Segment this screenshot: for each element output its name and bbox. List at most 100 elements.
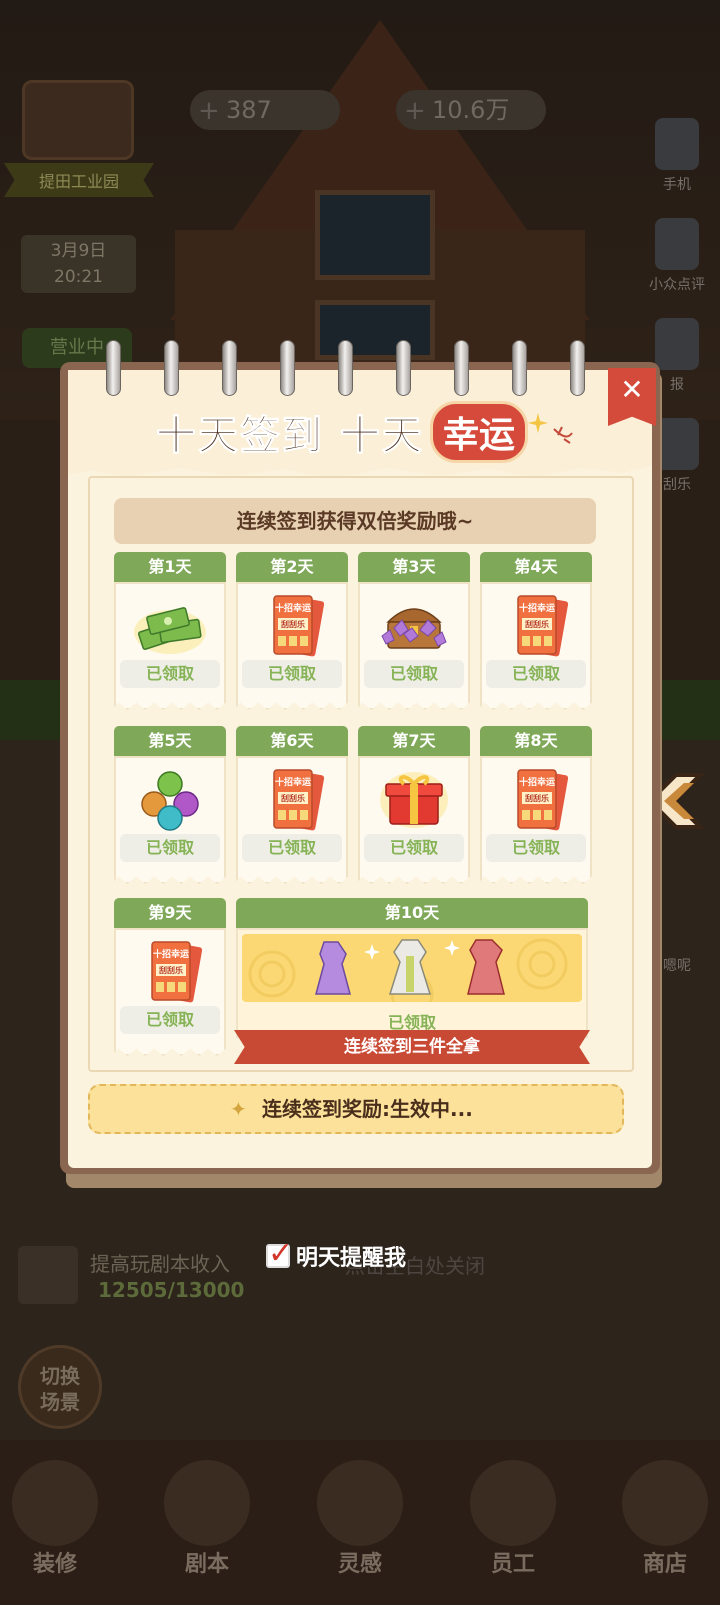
lightbulb-icon	[317, 1460, 403, 1546]
house-window	[315, 300, 435, 360]
dialog-title-badge: 幸运	[429, 401, 528, 463]
location-thumbnail[interactable]	[22, 80, 134, 160]
day-label: 第5天	[114, 726, 226, 756]
gift-box-icon	[380, 772, 448, 828]
day-card[interactable]: 第4天 十招幸运 刮刮乐 已领取	[480, 552, 592, 710]
nav-inspiration[interactable]: 灵感	[305, 1460, 415, 1578]
close-icon: ✕	[620, 373, 644, 406]
remind-label: 明天提醒我	[296, 1246, 407, 1271]
side-review-label: 小众点评	[649, 277, 705, 293]
day-card[interactable]: 第9天 十招幸运 刮刮乐 已领取	[114, 898, 226, 1056]
binder-ring	[570, 340, 585, 396]
house-window	[315, 190, 435, 280]
claimed-label: 已领取	[242, 660, 342, 688]
game-date: 3月9日	[50, 241, 107, 261]
promo-title: 提高玩剧本收入	[90, 1252, 230, 1276]
day-card[interactable]: 第1天 已领取	[114, 552, 226, 710]
binder-ring	[396, 340, 411, 396]
house-icon	[12, 1460, 98, 1546]
ticket-name: 刮刮乐	[525, 619, 549, 629]
money-counter[interactable]: + 10.6万	[396, 90, 546, 130]
binder-ring	[222, 340, 237, 396]
scratch-ticket-icon: 十招幸运 刮刮乐	[517, 769, 569, 831]
gem-amount: 387	[226, 96, 272, 124]
thumbs-up-icon	[655, 218, 699, 270]
remind-me-toggle[interactable]: ✓ 明天提醒我	[266, 1236, 407, 1272]
add-gems-icon[interactable]: +	[198, 98, 220, 124]
sign-in-dialog: 十天签到 十天 幸运 ✕ 连续签到获得双倍奖励哦~ 第1天 已领取 第2天 十招…	[60, 340, 662, 1188]
ticket-brand: 十招幸运	[275, 776, 312, 788]
binder-ring	[338, 340, 353, 396]
promo-task[interactable]: 提高玩剧本收入 12505/13000	[0, 1236, 260, 1314]
day10-label: 第10天	[236, 898, 588, 928]
ticket-name: 刮刮乐	[281, 793, 305, 803]
day-card[interactable]: 第7天 已领取	[358, 726, 470, 884]
double-reward-banner: 连续签到获得双倍奖励哦~	[114, 498, 596, 544]
day-label: 第9天	[114, 898, 226, 928]
phone-icon	[655, 118, 699, 170]
book-icon	[164, 1460, 250, 1546]
switch-scene-line2: 场景	[40, 1390, 80, 1414]
day10-card[interactable]: 第10天 已领取 连续签到三件全拿	[234, 898, 590, 1064]
claimed-label: 已领取	[120, 834, 220, 862]
switch-scene-button[interactable]: 切换 场景	[18, 1345, 102, 1429]
day10-reward-panel	[242, 934, 582, 1002]
money-amount: 10.6万	[432, 96, 510, 124]
nav-decorate-label: 装修	[32, 1552, 77, 1577]
checkmark-icon: ✓	[268, 1236, 294, 1271]
scratch-ticket-icon: 十招幸运 刮刮乐	[517, 595, 569, 657]
location-name: 提田工业园	[4, 163, 154, 197]
binder-ring	[106, 340, 121, 396]
day-card[interactable]: 第2天 十招幸运 刮刮乐 已领取	[236, 552, 348, 710]
binder-ring	[164, 340, 179, 396]
treasure-chest-icon	[381, 608, 447, 649]
add-money-icon[interactable]: +	[404, 98, 426, 124]
nav-decorate[interactable]: 装修	[0, 1460, 110, 1578]
day-label: 第3天	[358, 552, 470, 582]
ticket-name: 刮刮乐	[281, 619, 305, 629]
day-label: 第6天	[236, 726, 348, 756]
day-label: 第2天	[236, 552, 348, 582]
ticket-brand: 十招幸运	[519, 602, 556, 614]
side-phone-button[interactable]: 手机	[640, 118, 714, 194]
gem-counter[interactable]: + 387	[190, 90, 340, 130]
scratch-ticket-icon: 十招幸运 刮刮乐	[273, 769, 325, 831]
scratch-ticket-icon: 十招幸运 刮刮乐	[151, 941, 203, 1003]
orbs-icon	[141, 771, 199, 831]
nav-staff[interactable]: 员工	[458, 1460, 568, 1578]
day-label: 第7天	[358, 726, 470, 756]
promo-progress: 12505/13000	[98, 1278, 245, 1302]
claimed-label: 已领取	[364, 660, 464, 688]
scratch-ticket-icon: 十招幸运 刮刮乐	[273, 595, 325, 657]
nav-script[interactable]: 剧本	[152, 1460, 262, 1578]
scroll-icon	[18, 1246, 78, 1304]
claimed-label: 已领取	[242, 834, 342, 862]
claimed-label: 已领取	[120, 1006, 220, 1034]
binder-ring	[454, 340, 469, 396]
claimed-label: 已领取	[120, 660, 220, 688]
side-phone-label: 手机	[663, 177, 691, 193]
day-card[interactable]: 第8天 十招幸运 刮刮乐 已领取	[480, 726, 592, 884]
side-review-button[interactable]: 小众点评	[640, 218, 714, 294]
day-label: 第1天	[114, 552, 226, 582]
game-clock: 3月9日 20:21	[21, 235, 136, 293]
streak-status-text: 连续签到奖励:生效中...	[262, 1097, 473, 1121]
day10-card-body: 已领取	[236, 928, 588, 1038]
ticket-name: 刮刮乐	[159, 965, 183, 975]
nav-shop[interactable]: 商店	[610, 1460, 720, 1578]
day-card[interactable]: 第6天 十招幸运 刮刮乐 已领取	[236, 726, 348, 884]
ticket-brand: 十招幸运	[275, 602, 312, 614]
costumes-icon	[248, 938, 568, 1002]
streak-status-bar: ✦ 连续签到奖励:生效中...	[88, 1084, 624, 1134]
day-card[interactable]: 第3天 已领取	[358, 552, 470, 710]
claimed-label: 已领取	[486, 834, 586, 862]
switch-scene-line1: 切换	[40, 1364, 80, 1388]
ticket-name: 刮刮乐	[525, 793, 549, 803]
remind-checkbox[interactable]: ✓	[266, 1236, 293, 1271]
dialog-title-main: 十天签到 十天	[156, 412, 424, 460]
game-time: 20:21	[54, 267, 103, 287]
day10-ribbon: 连续签到三件全拿	[234, 1030, 590, 1064]
day-label: 第8天	[480, 726, 592, 756]
day-card[interactable]: 第5天 已领取	[114, 726, 226, 884]
star-icon: ✦	[230, 1097, 247, 1121]
